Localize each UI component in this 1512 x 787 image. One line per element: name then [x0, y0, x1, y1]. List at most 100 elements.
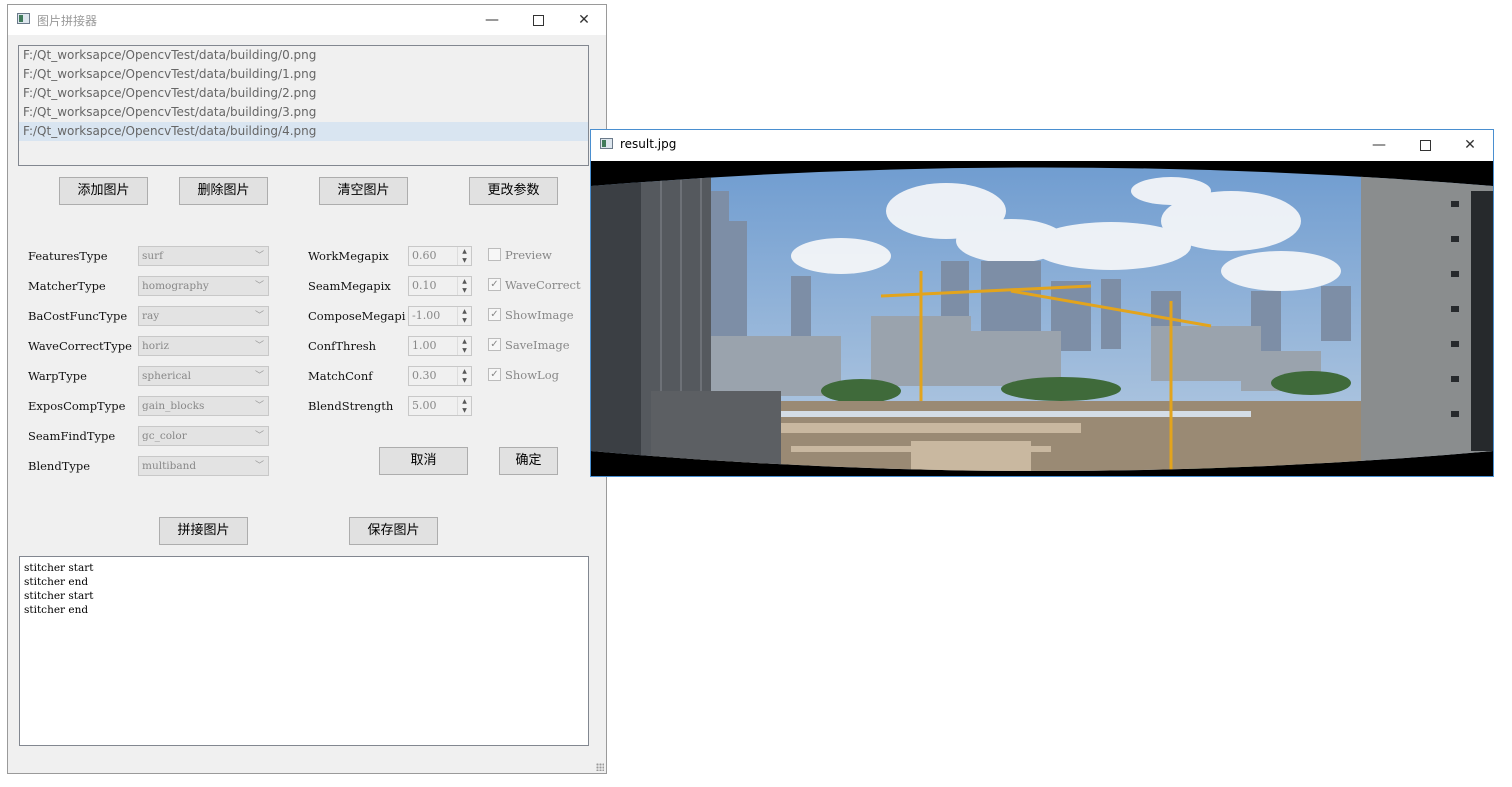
- panorama-image: [591, 161, 1493, 476]
- features-type-value: surf: [142, 250, 164, 262]
- spin-arrows-icon[interactable]: ▲ ▼: [457, 247, 471, 265]
- add-image-button[interactable]: 添加图片: [59, 177, 148, 205]
- chevron-down-icon: ﹀: [254, 461, 264, 471]
- ba-cost-func-type-value: ray: [142, 310, 160, 322]
- blend-strength-spinbox[interactable]: 5.00 ▲ ▼: [408, 396, 472, 416]
- features-type-label: FeaturesType: [28, 249, 108, 263]
- show-log-label: ShowLog: [505, 368, 559, 382]
- work-megapix-label: WorkMegapix: [308, 249, 389, 263]
- app-icon: [17, 13, 30, 24]
- warp-type-select[interactable]: spherical ﹀: [138, 366, 269, 386]
- file-list-item-selected[interactable]: F:/Qt_worksapce/OpencvTest/data/building…: [19, 122, 588, 141]
- maximize-button[interactable]: [515, 5, 561, 35]
- spin-arrows-icon[interactable]: ▲ ▼: [457, 277, 471, 295]
- spin-arrows-icon[interactable]: ▲ ▼: [457, 367, 471, 385]
- file-list-item[interactable]: F:/Qt_worksapce/OpencvTest/data/building…: [19, 65, 588, 84]
- features-type-select[interactable]: surf ﹀: [138, 246, 269, 266]
- clear-images-button[interactable]: 清空图片: [319, 177, 408, 205]
- compose-megapix-spinbox[interactable]: -1.00 ▲ ▼: [408, 306, 472, 326]
- log-line: stitcher start: [24, 590, 94, 602]
- save-image-label: SaveImage: [505, 338, 570, 352]
- show-image-label: ShowImage: [505, 308, 574, 322]
- spin-arrows-icon[interactable]: ▲ ▼: [457, 397, 471, 415]
- expos-comp-type-select[interactable]: gain_blocks ﹀: [138, 396, 269, 416]
- log-output[interactable]: stitcher start stitcher end stitcher sta…: [19, 556, 589, 746]
- warp-type-value: spherical: [142, 370, 191, 382]
- conf-thresh-value: 1.00: [412, 339, 437, 352]
- ba-cost-func-type-label: BaCostFuncType: [28, 309, 128, 323]
- conf-thresh-spinbox[interactable]: 1.00 ▲ ▼: [408, 336, 472, 356]
- result-title-bar[interactable]: result.jpg — ✕: [591, 130, 1493, 160]
- wave-correct-type-select[interactable]: horiz ﹀: [138, 336, 269, 356]
- ok-button[interactable]: 确定: [499, 447, 558, 475]
- wave-correct-type-value: horiz: [142, 340, 169, 352]
- close-button[interactable]: ✕: [1447, 130, 1493, 160]
- chevron-down-icon: ﹀: [254, 431, 264, 441]
- matcher-type-select[interactable]: homography ﹀: [138, 276, 269, 296]
- maximize-icon: [532, 14, 544, 26]
- file-list-item[interactable]: F:/Qt_worksapce/OpencvTest/data/building…: [19, 46, 588, 65]
- match-conf-value: 0.30: [412, 369, 437, 382]
- blend-type-select[interactable]: multiband ﹀: [138, 456, 269, 476]
- panorama-picture: [591, 167, 1493, 471]
- seam-find-type-select[interactable]: gc_color ﹀: [138, 426, 269, 446]
- compose-megapix-value: -1.00: [412, 309, 441, 322]
- wave-correct-label: WaveCorrect: [505, 278, 581, 292]
- conf-thresh-label: ConfThresh: [308, 339, 377, 353]
- minimize-button[interactable]: —: [469, 5, 515, 35]
- save-image-button[interactable]: 保存图片: [349, 517, 438, 545]
- expos-comp-type-value: gain_blocks: [142, 400, 205, 412]
- chevron-down-icon: ﹀: [254, 251, 264, 261]
- seam-megapix-spinbox[interactable]: 0.10 ▲ ▼: [408, 276, 472, 296]
- result-window: result.jpg — ✕: [590, 129, 1494, 477]
- chevron-down-icon: ﹀: [254, 371, 264, 381]
- cancel-button[interactable]: 取消: [379, 447, 468, 475]
- seam-find-type-label: SeamFindType: [28, 429, 116, 443]
- file-list-item[interactable]: F:/Qt_worksapce/OpencvTest/data/building…: [19, 103, 588, 122]
- chevron-down-icon: ﹀: [254, 281, 264, 291]
- save-image-checkbox[interactable]: ✓: [488, 338, 501, 351]
- wave-correct-checkbox[interactable]: ✓: [488, 278, 501, 291]
- expos-comp-type-label: ExposCompType: [28, 399, 126, 413]
- result-window-title: result.jpg: [620, 137, 677, 151]
- window-title: 图片拼接器: [37, 14, 98, 28]
- chevron-down-icon: ﹀: [254, 341, 264, 351]
- spin-arrows-icon[interactable]: ▲ ▼: [457, 337, 471, 355]
- show-log-checkbox[interactable]: ✓: [488, 368, 501, 381]
- preview-checkbox[interactable]: [488, 248, 501, 261]
- image-icon: [600, 138, 613, 149]
- close-button[interactable]: ✕: [561, 5, 607, 35]
- work-megapix-value: 0.60: [412, 249, 437, 262]
- ba-cost-func-type-select[interactable]: ray ﹀: [138, 306, 269, 326]
- seam-megapix-value: 0.10: [412, 279, 437, 292]
- stitcher-window: 图片拼接器 — ✕ F:/Qt_worksapce/OpencvTest/dat…: [7, 4, 607, 774]
- minimize-button[interactable]: —: [1356, 130, 1402, 160]
- file-list-item[interactable]: F:/Qt_worksapce/OpencvTest/data/building…: [19, 84, 588, 103]
- resize-grip-icon[interactable]: [596, 763, 604, 771]
- matcher-type-label: MatcherType: [28, 279, 106, 293]
- blend-strength-label: BlendStrength: [308, 399, 394, 413]
- stitch-images-button[interactable]: 拼接图片: [159, 517, 248, 545]
- chevron-down-icon: ﹀: [254, 401, 264, 411]
- blend-type-value: multiband: [142, 460, 197, 472]
- preview-label: Preview: [505, 248, 552, 262]
- seam-find-type-value: gc_color: [142, 430, 187, 442]
- delete-image-button[interactable]: 删除图片: [179, 177, 268, 205]
- work-megapix-spinbox[interactable]: 0.60 ▲ ▼: [408, 246, 472, 266]
- blend-strength-value: 5.00: [412, 399, 437, 412]
- change-params-button[interactable]: 更改参数: [469, 177, 558, 205]
- wave-correct-type-label: WaveCorrectType: [28, 339, 132, 353]
- compose-megapix-label: ComposeMegapi: [308, 309, 406, 323]
- show-image-checkbox[interactable]: ✓: [488, 308, 501, 321]
- maximize-icon: [1419, 139, 1431, 151]
- title-bar[interactable]: 图片拼接器 — ✕: [8, 5, 606, 35]
- spin-arrows-icon[interactable]: ▲ ▼: [457, 307, 471, 325]
- blend-type-label: BlendType: [28, 459, 91, 473]
- matcher-type-value: homography: [142, 280, 209, 292]
- chevron-down-icon: ﹀: [254, 311, 264, 321]
- image-file-list[interactable]: F:/Qt_worksapce/OpencvTest/data/building…: [18, 45, 589, 166]
- log-line: stitcher end: [24, 576, 89, 588]
- maximize-button[interactable]: [1402, 130, 1448, 160]
- match-conf-spinbox[interactable]: 0.30 ▲ ▼: [408, 366, 472, 386]
- warp-type-label: WarpType: [28, 369, 87, 383]
